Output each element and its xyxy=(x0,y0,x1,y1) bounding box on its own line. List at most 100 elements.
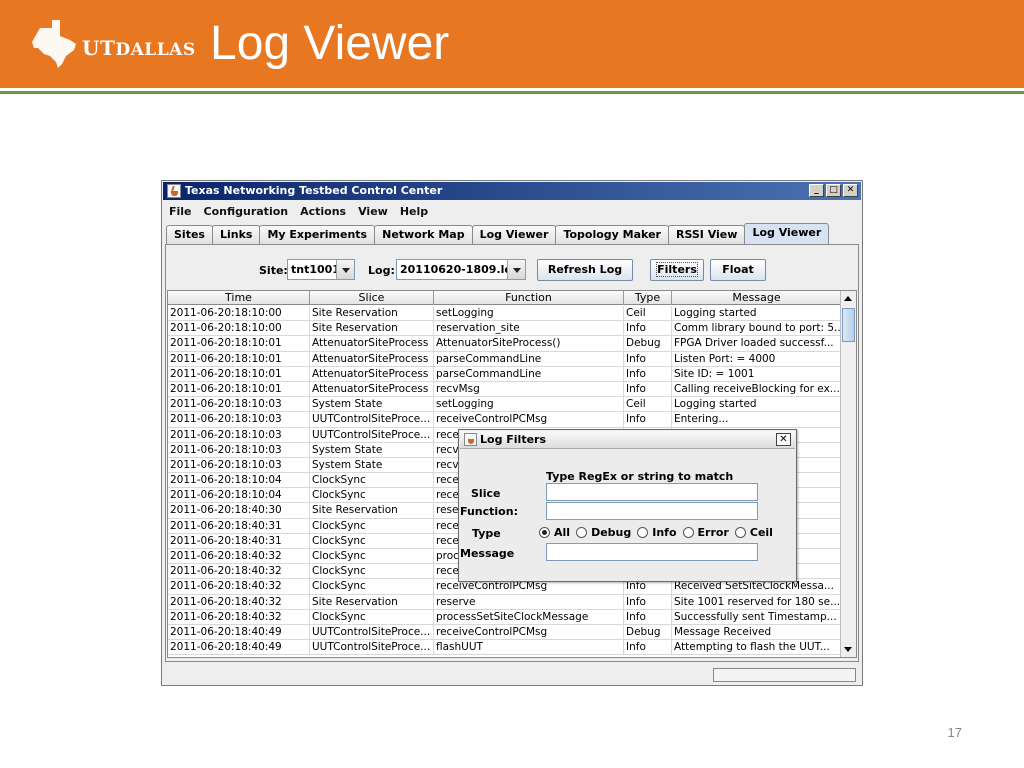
close-button[interactable]: ✕ xyxy=(843,184,858,197)
table-cell-message: Listen Port: = 4000 xyxy=(672,351,842,366)
chevron-down-icon[interactable] xyxy=(336,260,354,279)
table-row[interactable]: 2011-06-20:18:10:01 AttenuatorSiteProcess… xyxy=(168,381,842,398)
column-header-type[interactable]: Type xyxy=(624,291,672,305)
refresh-log-button[interactable]: Refresh Log xyxy=(537,259,633,281)
table-row[interactable]: 2011-06-20:18:10:01 AttenuatorSiteProcess… xyxy=(168,336,842,352)
table-row[interactable]: 2011-06-20:18:40:32 Site Reservation reser… xyxy=(168,594,842,610)
minimize-button[interactable]: _ xyxy=(809,184,824,197)
table-row[interactable]: 2011-06-20:18:40:49 UUTControlSiteProce..… xyxy=(168,624,842,641)
table-cell-type: Debug xyxy=(624,336,672,351)
table-cell-function: AttenuatorSiteProcess() xyxy=(434,336,624,351)
window-title: Texas Networking Testbed Control Center xyxy=(185,184,443,197)
tab-my-experiments[interactable]: My Experiments xyxy=(259,225,376,244)
tab-network-map[interactable]: Network Map xyxy=(374,225,473,244)
menu-actions[interactable]: Actions xyxy=(294,202,352,222)
table-row[interactable]: 2011-06-20:18:10:03 System State setLoggin… xyxy=(168,397,842,413)
table-cell-time: 2011-06-20:18:40:32 xyxy=(168,579,310,594)
function-filter-input[interactable] xyxy=(546,502,758,520)
window-titlebar[interactable]: Texas Networking Testbed Control Center … xyxy=(163,182,861,200)
java-coffee-icon xyxy=(167,184,181,198)
radio-icon[interactable] xyxy=(637,527,649,538)
site-dropdown[interactable]: tnt1001 xyxy=(287,259,355,280)
filters-button[interactable]: Filters xyxy=(650,259,704,281)
table-cell-time: 2011-06-20:18:10:01 xyxy=(168,381,310,397)
tab-topology-maker[interactable]: Topology Maker xyxy=(555,225,669,244)
tab-log-viewer[interactable]: Log Viewer xyxy=(471,225,557,244)
table-cell-function: recvMsg xyxy=(434,381,624,397)
table-cell-type: Info xyxy=(624,412,672,427)
table-cell-function: setLogging xyxy=(434,306,624,321)
table-cell-slice: ClockSync xyxy=(310,473,434,488)
type-radio-error[interactable]: Error xyxy=(682,526,729,539)
table-row[interactable]: 2011-06-20:18:10:01 AttenuatorSiteProcess… xyxy=(168,351,842,367)
type-debug-label: Debug xyxy=(591,526,632,539)
table-cell-time: 2011-06-20:18:40:32 xyxy=(168,594,310,609)
table-cell-time: 2011-06-20:18:10:00 xyxy=(168,306,310,321)
menu-file[interactable]: File xyxy=(163,202,198,222)
table-cell-slice: ClockSync xyxy=(310,564,434,579)
table-cell-time: 2011-06-20:18:10:03 xyxy=(168,397,310,412)
dialog-close-button[interactable]: ✕ xyxy=(776,433,791,446)
table-row[interactable]: 2011-06-20:18:10:03 UUTControlSiteProce..… xyxy=(168,412,842,428)
table-cell-time: 2011-06-20:18:40:30 xyxy=(168,503,310,518)
table-row[interactable]: 2011-06-20:18:10:01 AttenuatorSiteProcess… xyxy=(168,366,842,382)
table-cell-slice: Site Reservation xyxy=(310,594,434,609)
table-cell-slice: System State xyxy=(310,397,434,412)
radio-selected-icon[interactable] xyxy=(539,527,550,538)
type-all-label: All xyxy=(554,526,571,539)
radio-icon[interactable] xyxy=(682,527,694,538)
menu-configuration[interactable]: Configuration xyxy=(198,202,295,222)
maximize-button[interactable]: □ xyxy=(826,184,841,197)
type-radio-info[interactable]: Info xyxy=(637,526,677,539)
vertical-scrollbar[interactable] xyxy=(840,291,856,657)
table-cell-type: Info xyxy=(624,609,672,624)
slice-filter-input[interactable] xyxy=(546,483,758,501)
dialog-titlebar[interactable]: Log Filters ✕ xyxy=(460,431,795,449)
type-ceil-label: Ceil xyxy=(749,526,773,539)
table-cell-function: receiveControlPCMsg xyxy=(434,624,624,640)
table-row[interactable]: 2011-06-20:18:10:00 Site Reservation setLo… xyxy=(168,306,842,322)
table-row[interactable]: 2011-06-20:18:40:32 ClockSync processSetSi… xyxy=(168,609,842,625)
type-radio-ceil[interactable]: Ceil xyxy=(734,526,773,539)
refresh-log-label: Refresh Log xyxy=(547,263,623,276)
tab-links[interactable]: Links xyxy=(211,225,261,244)
scroll-thumb[interactable] xyxy=(842,308,855,342)
table-cell-function: flashUUT xyxy=(434,640,624,655)
float-button[interactable]: Float xyxy=(710,259,766,281)
tab-rssi-view[interactable]: RSSI View xyxy=(667,225,746,244)
log-dropdown[interactable]: 20110620-1809.log xyxy=(396,259,526,280)
table-row[interactable]: 2011-06-20:18:40:49 UUTControlSiteProce..… xyxy=(168,640,842,656)
table-cell-time: 2011-06-20:18:10:00 xyxy=(168,321,310,336)
message-filter-input[interactable] xyxy=(546,543,758,561)
type-error-label: Error xyxy=(697,526,729,539)
site-value: tnt1001 xyxy=(291,263,340,276)
radio-icon[interactable] xyxy=(576,527,588,538)
type-radio-all[interactable]: All xyxy=(539,526,570,539)
table-row[interactable]: 2011-06-20:18:10:00 Site Reservation reser… xyxy=(168,321,842,337)
table-cell-slice: AttenuatorSiteProcess xyxy=(310,381,434,397)
slide-title: Log Viewer xyxy=(210,17,450,70)
scroll-up-icon[interactable] xyxy=(841,291,856,306)
table-cell-slice: AttenuatorSiteProcess xyxy=(310,366,434,381)
menu-help[interactable]: Help xyxy=(394,202,434,222)
scroll-down-icon[interactable] xyxy=(841,642,856,657)
menu-view[interactable]: View xyxy=(352,202,394,222)
table-cell-time: 2011-06-20:18:40:32 xyxy=(168,564,310,579)
table-cell-time: 2011-06-20:18:10:01 xyxy=(168,351,310,366)
table-cell-slice: Site Reservation xyxy=(310,306,434,321)
table-cell-type: Info xyxy=(624,366,672,381)
type-radio-debug[interactable]: Debug xyxy=(576,526,631,539)
table-cell-message: Entering... xyxy=(672,412,842,427)
tab-log-viewer-active[interactable]: Log Viewer xyxy=(744,223,830,244)
column-header-message[interactable]: Message xyxy=(672,291,842,305)
chevron-down-icon[interactable] xyxy=(507,260,525,279)
column-header-function[interactable]: Function xyxy=(434,291,624,305)
column-header-slice[interactable]: Slice xyxy=(310,291,434,305)
radio-icon[interactable] xyxy=(734,527,746,538)
column-header-time[interactable]: Time xyxy=(168,291,310,305)
slice-filter-label: Slice xyxy=(471,487,501,500)
table-cell-slice: UUTControlSiteProce... xyxy=(310,624,434,640)
table-cell-time: 2011-06-20:18:10:04 xyxy=(168,473,310,488)
table-cell-time: 2011-06-20:18:10:03 xyxy=(168,457,310,473)
tab-sites[interactable]: Sites xyxy=(166,225,213,244)
